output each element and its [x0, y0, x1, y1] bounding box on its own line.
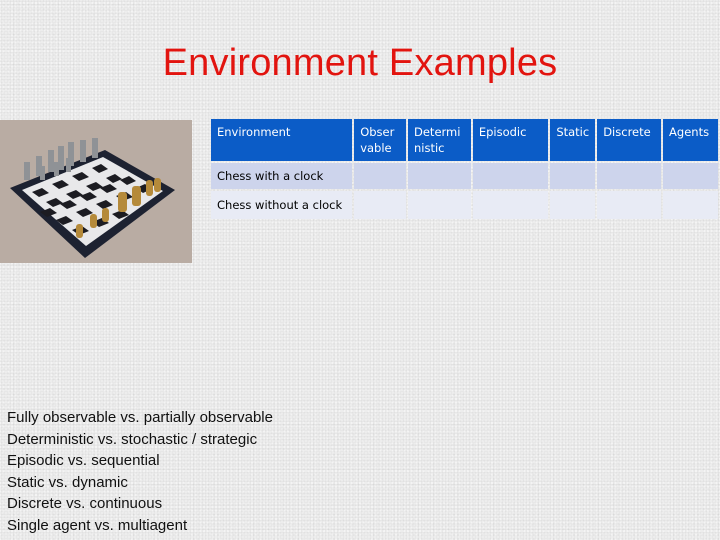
header-discrete: Discrete: [597, 119, 662, 161]
header-deterministic: Determi nistic: [408, 119, 471, 161]
table-row: Chess without a clock: [211, 191, 718, 219]
chess-board-image: [0, 120, 192, 263]
environment-table: Environment Obser vable Determi nistic Epi…: [209, 117, 720, 221]
header-agents: Agents: [663, 119, 718, 161]
header-static: Static: [550, 119, 596, 161]
table-cell: [663, 191, 718, 219]
table-cell: [354, 163, 406, 189]
environment-properties-list: Fully observable vs. partially observabl…: [7, 407, 273, 536]
table-cell-environment: Chess with a clock: [211, 163, 353, 189]
property-discrete: Discrete vs. continuous: [7, 495, 163, 512]
header-environment: Environment: [211, 119, 353, 161]
property-episodic: Episodic vs. sequential: [7, 452, 160, 469]
table-cell: [597, 163, 662, 189]
slide-title: Environment Examples: [162, 42, 558, 84]
property-agents: Single agent vs. multiagent: [7, 516, 188, 534]
table-row: Chess with a clock: [211, 163, 718, 189]
table-cell: [472, 163, 549, 189]
property-observability: Fully observable vs. partially observabl…: [7, 409, 273, 426]
table-cell: [663, 163, 718, 189]
table-header-row: Environment Obser vable Determi nistic Epi…: [211, 119, 718, 161]
table-cell: [550, 191, 596, 219]
property-determinism: Deterministic vs. stochastic / strategic: [7, 430, 258, 448]
table-cell: [472, 191, 549, 219]
header-episodic: Episodic: [472, 119, 549, 161]
table-cell-environment: Chess without a clock: [211, 191, 353, 219]
header-observable: Obser vable: [354, 119, 406, 161]
table-cell: [408, 191, 471, 219]
table-cell: [408, 163, 471, 189]
table-cell: [597, 191, 662, 219]
table-cell: [354, 191, 406, 219]
property-static: Static vs. dynamic: [7, 473, 128, 491]
table-cell: [550, 163, 596, 189]
